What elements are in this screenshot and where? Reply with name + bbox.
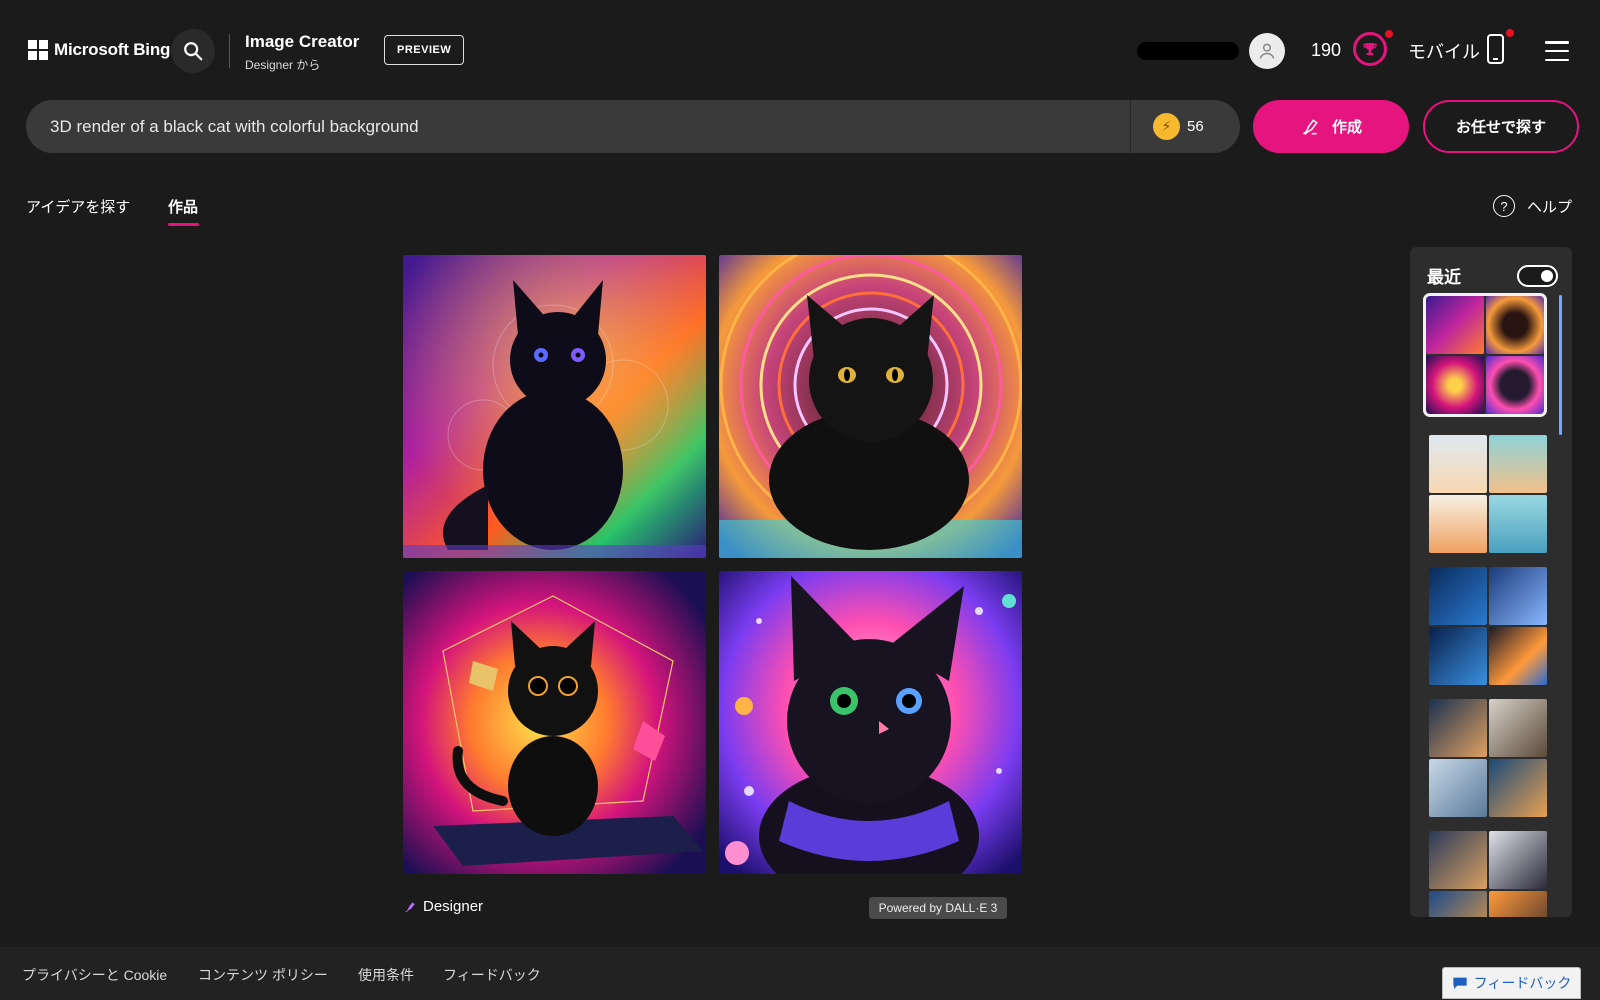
header: Microsoft Bing Image Creator Designer から… bbox=[0, 0, 1600, 100]
help-icon: ? bbox=[1493, 195, 1515, 217]
recent-set-illustration[interactable] bbox=[1429, 435, 1547, 553]
designer-icon bbox=[405, 901, 415, 912]
result-image-3[interactable] bbox=[403, 571, 706, 874]
phone-icon[interactable] bbox=[1487, 34, 1504, 64]
create-label: 作成 bbox=[1331, 119, 1362, 136]
footer-link-privacy[interactable]: プライバシーと Cookie bbox=[22, 965, 167, 985]
feedback-button[interactable]: フィードバック bbox=[1442, 967, 1581, 999]
footer-link-terms[interactable]: 使用条件 bbox=[358, 965, 414, 985]
active-tab-indicator bbox=[168, 223, 199, 226]
bing-logo[interactable]: Microsoft Bing bbox=[28, 40, 170, 60]
recent-set-workspace[interactable] bbox=[1429, 699, 1547, 817]
feedback-label: フィードバック bbox=[1473, 975, 1572, 991]
mobile-link[interactable]: モバイル bbox=[1408, 38, 1480, 64]
search-icon bbox=[184, 42, 203, 61]
notification-dot bbox=[1506, 29, 1514, 37]
app-title: Image Creator bbox=[245, 32, 360, 51]
footer-link-content-policy[interactable]: コンテンツ ポリシー bbox=[198, 965, 328, 985]
scrollbar[interactable] bbox=[1559, 295, 1562, 435]
redacted-username bbox=[1137, 42, 1239, 60]
rewards-trophy-button[interactable] bbox=[1353, 32, 1387, 66]
recent-set-office-blue[interactable] bbox=[1429, 567, 1547, 685]
create-button[interactable]: 作成 bbox=[1253, 100, 1409, 153]
microsoft-logo-icon bbox=[28, 40, 48, 60]
recent-title: 最近 bbox=[1427, 268, 1461, 287]
designer-watermark: Designer bbox=[403, 898, 483, 915]
person-icon bbox=[1259, 43, 1275, 59]
recent-panel: 最近 bbox=[1410, 247, 1572, 917]
footer-link-feedback[interactable]: フィードバック bbox=[443, 965, 541, 985]
tab-explore-ideas[interactable]: アイデアを探す bbox=[26, 196, 130, 217]
result-image-2[interactable] bbox=[719, 255, 1022, 558]
result-image-1[interactable] bbox=[403, 255, 706, 558]
notification-dot bbox=[1385, 30, 1393, 38]
recent-set-people[interactable] bbox=[1429, 831, 1547, 917]
rewards-points[interactable]: 190 bbox=[1311, 40, 1341, 61]
avatar[interactable] bbox=[1249, 33, 1285, 69]
powered-by-badge: Powered by DALL·E 3 bbox=[869, 897, 1007, 919]
tab-creations[interactable]: 作品 bbox=[168, 196, 198, 217]
prompt-text[interactable]: 3D render of a black cat with colorful b… bbox=[50, 117, 419, 137]
help-link[interactable]: ? ヘルプ bbox=[1493, 195, 1572, 217]
designer-label: Designer bbox=[423, 898, 484, 915]
app-subtitle: Designer から bbox=[245, 58, 321, 72]
searchbar-divider bbox=[1130, 100, 1131, 153]
recent-toggle[interactable] bbox=[1517, 265, 1558, 287]
help-label: ヘルプ bbox=[1527, 198, 1573, 216]
result-image-4[interactable] bbox=[719, 571, 1022, 874]
preview-badge: PREVIEW bbox=[384, 35, 465, 65]
recent-set-cats[interactable] bbox=[1423, 293, 1547, 417]
trophy-icon bbox=[1363, 43, 1377, 55]
logo-text: Microsoft Bing bbox=[54, 40, 171, 59]
menu-icon[interactable] bbox=[1545, 41, 1569, 61]
prompt-input[interactable]: 3D render of a black cat with colorful b… bbox=[26, 100, 1240, 153]
header-divider bbox=[229, 34, 230, 68]
boost-icon: ⚡ bbox=[1153, 113, 1180, 140]
boost-count: 56 bbox=[1187, 118, 1204, 135]
search-button[interactable] bbox=[171, 29, 215, 73]
surprise-me-button[interactable]: お任せで探す bbox=[1423, 100, 1579, 153]
app-brand[interactable]: Image Creator Designer から bbox=[245, 32, 359, 73]
feedback-icon bbox=[1452, 977, 1467, 989]
create-icon bbox=[1303, 118, 1318, 135]
